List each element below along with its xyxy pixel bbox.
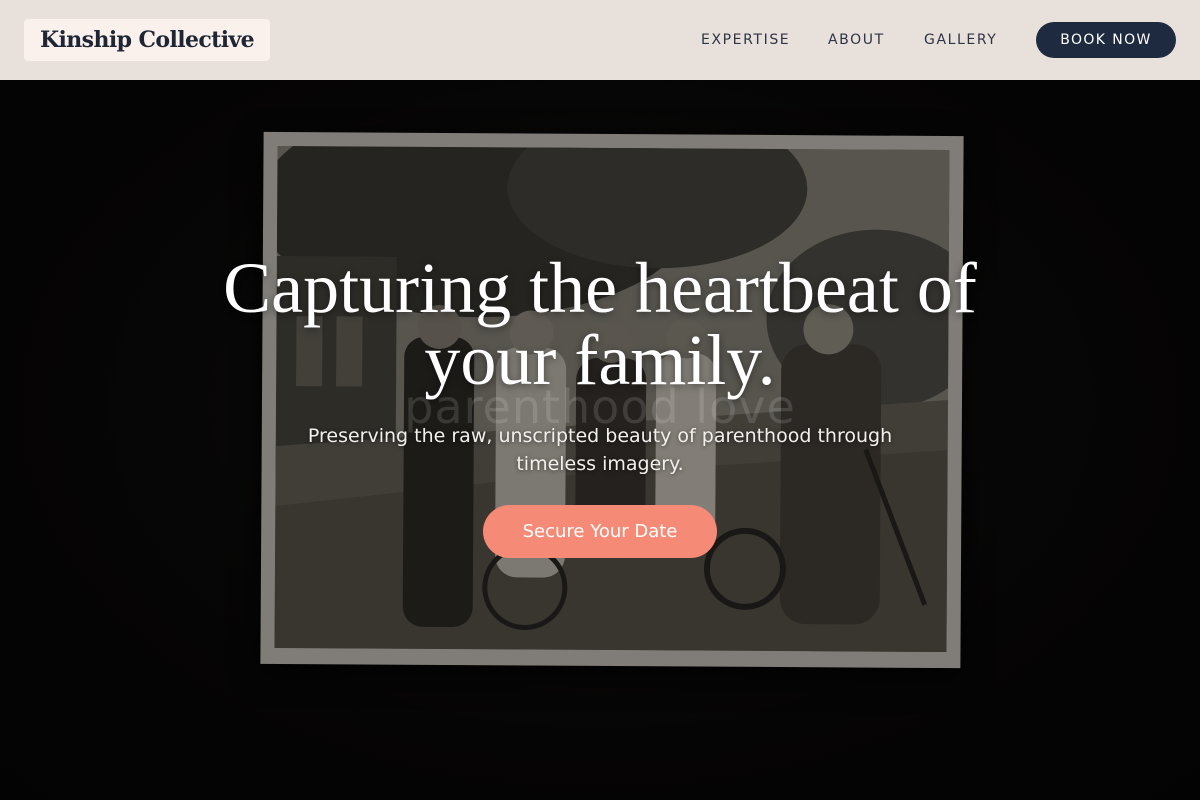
secure-your-date-button[interactable]: Secure Your Date — [483, 505, 717, 558]
nav-link-expertise[interactable]: EXPERTISE — [701, 0, 790, 80]
book-now-button[interactable]: BOOK NOW — [1036, 22, 1176, 58]
nav-link-about[interactable]: ABOUT — [828, 0, 885, 80]
nav-link-gallery[interactable]: GALLERY — [924, 0, 997, 80]
hero-headline: Capturing the heartbeat of your family. — [223, 248, 977, 400]
brand-logo[interactable]: Kinship Collective — [24, 19, 271, 61]
site-header: Kinship Collective EXPERTISE ABOUT GALLE… — [0, 0, 1200, 80]
hero-subtitle: Preserving the raw, unscripted beauty of… — [307, 425, 893, 475]
hero-section: parenthood love Capturing the heartbeat … — [0, 80, 1200, 800]
